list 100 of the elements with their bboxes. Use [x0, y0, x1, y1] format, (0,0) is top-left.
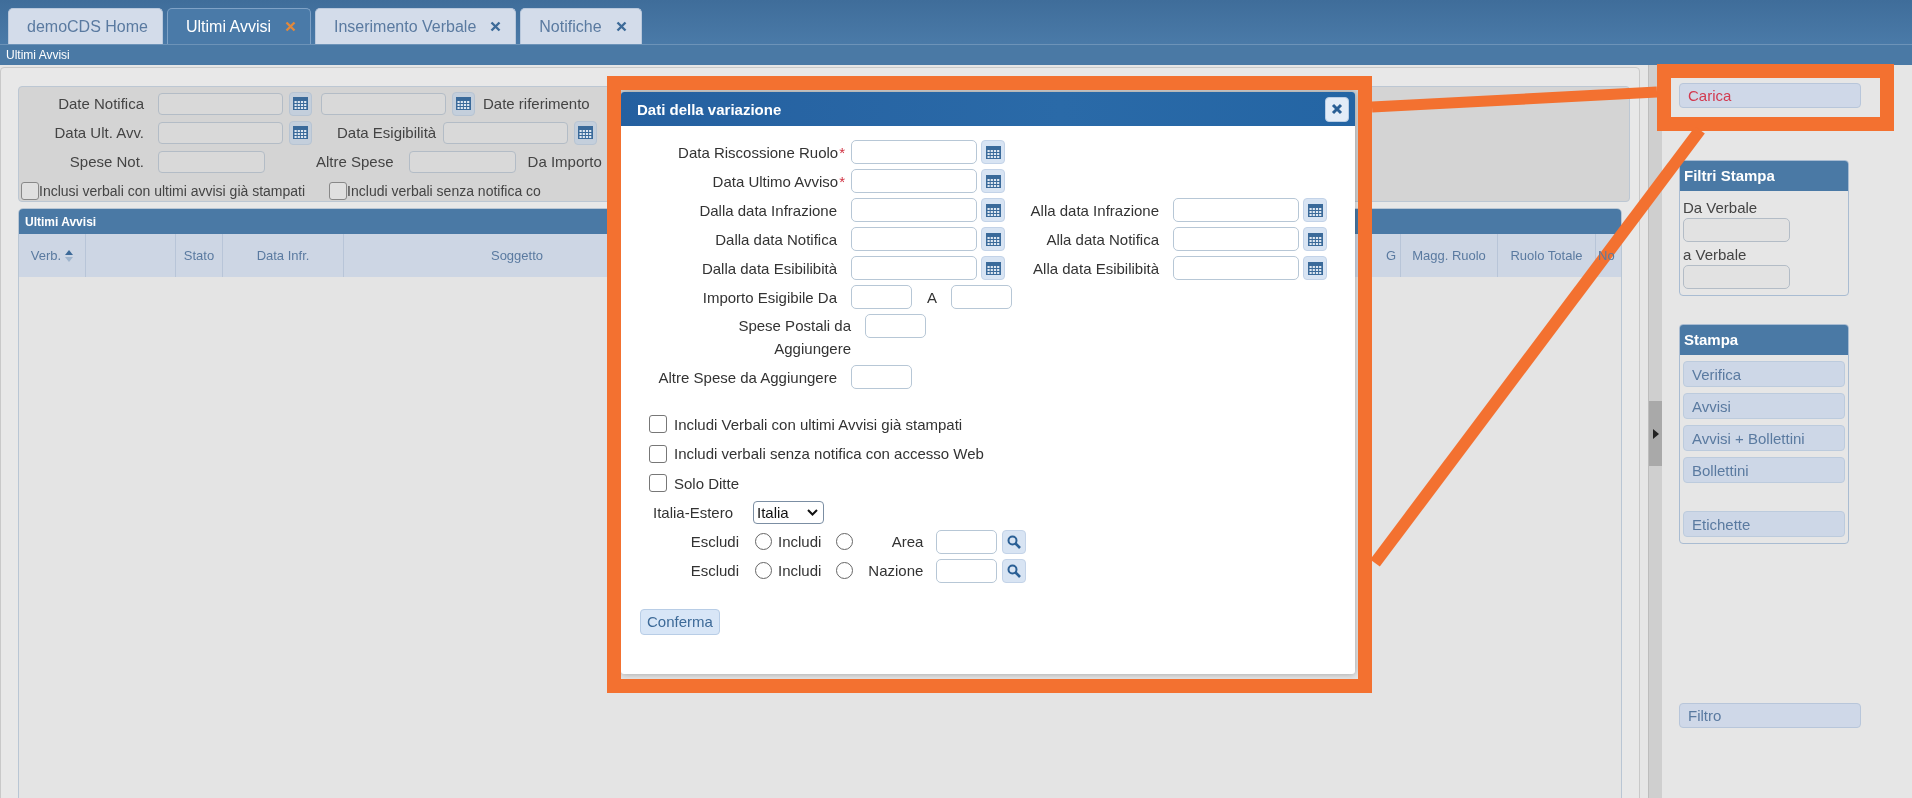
column-header[interactable]: Verb.	[19, 234, 86, 277]
calendar-button[interactable]	[1303, 227, 1327, 251]
close-button[interactable]	[1325, 96, 1349, 122]
print-button[interactable]: Etichette	[1683, 511, 1845, 537]
field-label: Data Ult. Avv.	[53, 124, 144, 141]
checkbox[interactable]	[329, 181, 348, 200]
radio-button[interactable]	[755, 562, 772, 579]
date-field[interactable]	[1173, 256, 1299, 280]
field-label: Alla data Esibilibità	[1032, 259, 1159, 277]
close-icon[interactable]	[490, 21, 502, 32]
calendar-button[interactable]	[452, 91, 475, 116]
date-field[interactable]	[443, 121, 569, 144]
calendar-icon	[1307, 203, 1323, 217]
field-label: Data Ultimo Avviso	[712, 172, 839, 190]
input-field[interactable]	[865, 314, 926, 338]
date-field[interactable]	[158, 92, 283, 115]
date-field[interactable]	[851, 140, 977, 164]
search-button[interactable]	[1002, 529, 1027, 554]
calendar-icon	[985, 174, 1001, 188]
triangle-icon	[1652, 428, 1659, 439]
radio-label: Includi	[778, 533, 822, 550]
input-field[interactable]	[851, 365, 912, 389]
print-button[interactable]: Verifica	[1683, 361, 1845, 387]
calendar-button[interactable]	[574, 120, 598, 145]
input-field[interactable]	[408, 150, 516, 173]
radio-label: Includi	[778, 562, 822, 579]
date-field[interactable]	[851, 256, 977, 280]
calendar-button[interactable]	[289, 91, 312, 116]
print-button[interactable]: Bollettini	[1683, 457, 1845, 483]
print-button[interactable]: Avvisi	[1683, 393, 1845, 419]
radio-button[interactable]	[836, 533, 854, 550]
field-label: a Verbale	[1683, 246, 1747, 263]
calendar-button[interactable]	[981, 140, 1005, 164]
input-field[interactable]	[1683, 218, 1790, 242]
confirm-button[interactable]: Conferma	[640, 608, 720, 635]
field-label: Dalla data Infrazione	[699, 201, 837, 219]
calendar-button[interactable]	[289, 120, 312, 145]
calendar-icon	[1307, 261, 1323, 275]
tab[interactable]: demoCDS Home	[8, 8, 163, 44]
checkbox[interactable]	[21, 181, 39, 200]
calendar-button[interactable]	[981, 169, 1005, 193]
field-label: Date Notifica	[57, 95, 144, 112]
collapse-handle[interactable]	[1649, 401, 1662, 466]
calendar-button[interactable]	[981, 256, 1005, 280]
field-label: Alla data Infrazione	[1029, 201, 1159, 219]
calendar-button[interactable]	[981, 198, 1005, 222]
input-field[interactable]	[936, 558, 998, 583]
checkbox-label: Solo Ditte	[674, 474, 740, 492]
calendar-button[interactable]	[981, 227, 1005, 251]
column-header[interactable]: G	[1385, 248, 1396, 263]
panel-title: Filtri Stampa	[1684, 167, 1775, 184]
tab[interactable]: Notifiche	[520, 8, 642, 44]
date-field[interactable]	[1173, 227, 1299, 251]
calendar-icon	[985, 203, 1001, 217]
checkbox-label: Includi Verbali con ultimi Avvisi già stampati	[674, 415, 963, 433]
field-label: Dalla data Notifica	[715, 230, 837, 248]
checkbox[interactable]	[649, 474, 667, 492]
date-field[interactable]	[851, 169, 977, 193]
date-field[interactable]	[1173, 198, 1299, 222]
print-button[interactable]: Avvisi + Bollettini	[1683, 425, 1845, 451]
checkbox-label: Inclusi verbali con ultimi avvisi già stampati	[39, 182, 306, 199]
input-field[interactable]	[1683, 265, 1790, 289]
date-field[interactable]	[851, 198, 977, 222]
column-header[interactable]: Magg. Ruolo	[1412, 248, 1486, 263]
checkbox[interactable]	[649, 415, 667, 433]
field-label: Data Riscossione Ruolo	[678, 143, 839, 161]
radio-label: Escludi	[689, 533, 739, 550]
page-title: Ultimi Avvisi	[6, 48, 70, 62]
close-icon[interactable]	[615, 21, 627, 32]
column-header[interactable]: Ruolo Totale	[1510, 248, 1583, 263]
input-field[interactable]	[936, 529, 998, 554]
input-field[interactable]	[851, 285, 912, 309]
load-button[interactable]: Carica	[1679, 83, 1861, 108]
input-field[interactable]	[951, 285, 1012, 309]
input-field[interactable]	[158, 150, 265, 173]
calendar-icon	[985, 232, 1001, 246]
date-field[interactable]	[158, 121, 283, 144]
country-select[interactable]: Italia	[753, 501, 824, 524]
date-field[interactable]	[851, 227, 977, 251]
checkbox-label: Includi verbali senza notifica con accesso Web	[674, 445, 984, 462]
column-header[interactable]: Stato	[176, 234, 223, 277]
checkbox[interactable]	[649, 444, 667, 463]
calendar-button[interactable]	[1303, 198, 1327, 222]
field-label: Data Esigibilità	[337, 124, 437, 141]
calendar-icon	[578, 126, 594, 139]
close-icon	[1331, 103, 1343, 115]
search-button[interactable]	[1002, 558, 1027, 583]
column-header[interactable]: Data Infr.	[223, 234, 344, 277]
radio-button[interactable]	[755, 533, 772, 550]
date-field[interactable]	[321, 92, 446, 115]
field-label: Da Verbale	[1683, 199, 1758, 216]
panel-title: Stampa	[1684, 331, 1739, 348]
panel-title: Ultimi Avvisi	[25, 215, 97, 229]
tab[interactable]: Inserimento Verbale	[315, 8, 517, 44]
calendar-button[interactable]	[1303, 256, 1327, 280]
dialog-title: Dati della variazione	[637, 100, 782, 118]
field-label: Alla data Notifica	[1045, 230, 1159, 248]
filter-button[interactable]: Filtro	[1679, 703, 1861, 728]
radio-button[interactable]	[836, 562, 854, 579]
tab[interactable]: Ultimi Avvisi	[166, 8, 311, 44]
